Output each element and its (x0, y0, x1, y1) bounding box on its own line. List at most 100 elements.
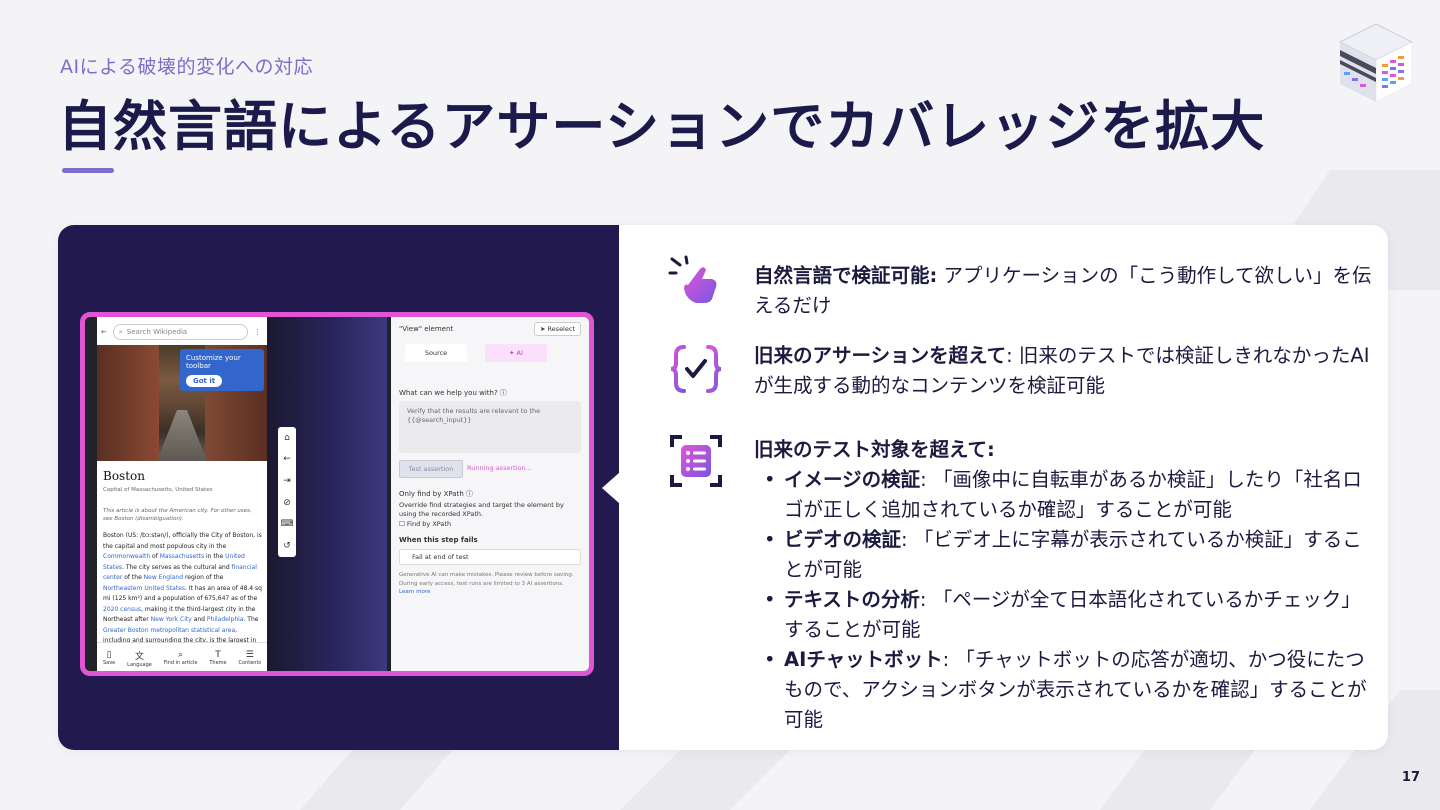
search-input[interactable]: ⌕ Search Wikipedia (112, 324, 248, 340)
nav-find[interactable]: ⌕ Find in article (164, 650, 198, 666)
content-card: ← ⌕ Search Wikipedia ⋮ Customize your to… (58, 225, 1388, 750)
title-underline (62, 168, 114, 173)
bullet-heading: AIチャットボット (784, 648, 943, 671)
ai-disclaimer: Generative AI can make mistakes. Please … (399, 571, 581, 597)
article-text: and (191, 616, 207, 623)
fail-select[interactable]: Fail at end of test (399, 549, 581, 565)
nav-language[interactable]: 文 Language (127, 649, 152, 668)
element-label: "View" element (399, 325, 454, 333)
reselect-label: Reselect (547, 325, 575, 333)
nav-label: Contents (238, 660, 262, 666)
fail-select-value: Fail at end of test (412, 553, 469, 561)
image-building-left (97, 345, 159, 461)
article-link[interactable]: Greater Boston metropolitan statistical … (103, 627, 235, 634)
fail-label: When this step fails (399, 536, 478, 544)
article-link[interactable]: Massachusetts (160, 553, 204, 560)
feature-heading: 自然言語で検証可能: (754, 264, 938, 287)
feature-text: 旧来のテスト対象を超えて: イメージの検証: 「画像中に自転車があるか検証」した… (754, 435, 1374, 735)
article-link[interactable]: 2020 census (103, 606, 141, 613)
app-screenshot: ← ⌕ Search Wikipedia ⋮ Customize your to… (80, 312, 594, 676)
bullet-item: ビデオの検証: 「ビデオ上に字幕が表示されているか検証」することが可能 (754, 525, 1374, 585)
brand-cube-logo (1338, 23, 1414, 103)
search-placeholder: Search Wikipedia (126, 328, 188, 336)
test-assertion-button[interactable]: Test assertion (399, 460, 463, 478)
nav-label: Language (127, 661, 152, 668)
reselect-button[interactable]: ➤ Reselect (533, 322, 581, 336)
nav-save[interactable]: ▯ Save (103, 650, 115, 666)
slide-title: 自然言語によるアサーションでカバレッジを拡大 (58, 95, 1266, 158)
tooltip-text: Customize your toolbar (186, 354, 241, 370)
recorder-toolbar: ⌂ ← ⇥ ⊘ ⌨ ↺ (278, 427, 296, 557)
home-icon[interactable]: ⌂ (284, 433, 290, 443)
find-icon: ⌕ (178, 650, 184, 660)
xpath-checkbox[interactable]: ☐ Find by XPath (399, 520, 451, 528)
article-text: region of the (183, 574, 224, 581)
bullet-item: AIチャットボット: 「チャットボットの応答が適切、かつ役にたつもので、アクショ… (754, 645, 1374, 735)
article-text: of the (122, 574, 144, 581)
article-body: Boston (US: /bɔːstən/), officially the C… (103, 531, 263, 657)
assertion-textarea[interactable]: Verify that the results are relevant to … (399, 401, 581, 453)
bookmark-icon: ▯ (106, 650, 112, 660)
mode-tabs: Source ✦ AI (405, 344, 565, 362)
slide-subtitle: AIによる破壊的変化への対応 (60, 56, 314, 78)
article-text: . The (243, 616, 259, 623)
article-link[interactable]: Philadelphia (207, 616, 244, 623)
nav-label: Save (102, 660, 116, 666)
more-icon[interactable]: ⋮ (254, 328, 261, 336)
tab-ai[interactable]: ✦ AI (485, 344, 547, 362)
article-link[interactable]: Commonwealth (103, 553, 150, 560)
panel-pointer (602, 472, 620, 504)
got-it-button[interactable]: Got it (186, 375, 223, 387)
feature-bullets: イメージの検証: 「画像中に自転車があるか検証」したり「社名ロゴが正しく追加され… (754, 465, 1374, 735)
tab-source[interactable]: Source (405, 344, 467, 362)
article-text: Boston (US: /bɔːstən/), officially the C… (103, 532, 262, 550)
bullet-item: イメージの検証: 「画像中に自転車があるか検証」したり「社名ロゴが正しく追加され… (754, 465, 1374, 525)
learn-more-link[interactable]: Learn more (399, 588, 581, 597)
article-caption: Capital of Massachusetts, United States (103, 487, 213, 493)
feature-heading: 旧来のテスト対象を超えて: (754, 438, 995, 461)
phone-bottom-nav: ▯ Save 文 Language ⌕ Find in article T Theme … (97, 642, 267, 671)
assertion-panel: "View" element ➤ Reselect Source ✦ AI Wh… (391, 317, 589, 671)
feature-text: 旧来のアサーションを超えて: 旧来のテストでは検証しきれなかったAIが生成する動… (754, 341, 1374, 401)
rotate-icon[interactable]: ⊘ (283, 498, 291, 508)
keyboard-icon[interactable]: ⌨ (281, 519, 294, 529)
nav-label: Find in article (163, 660, 198, 666)
xpath-title: Only find by XPath ⓘ (399, 490, 473, 498)
feature-heading: 旧来のアサーションを超えて (754, 344, 1007, 367)
code-check-icon (670, 345, 722, 393)
search-icon: ⌕ (118, 327, 123, 336)
translate-icon: 文 (134, 651, 144, 662)
tap-gesture-icon (668, 255, 717, 303)
enter-icon[interactable]: ⇥ (283, 476, 291, 486)
ai-question: What can we help you with? ⓘ (399, 389, 507, 397)
article-link[interactable]: Northeastern United States (103, 585, 185, 592)
nav-contents[interactable]: ☰ Contents (239, 650, 262, 666)
nav-label: Theme (209, 660, 227, 666)
theme-icon: T (215, 650, 221, 660)
back-arrow-icon[interactable]: ← (101, 328, 107, 336)
article-link[interactable]: New England (144, 574, 183, 581)
bullet-item: テキストの分析: 「ページが全て日本語化されているかチェック」することが可能 (754, 585, 1374, 645)
contents-icon: ☰ (245, 650, 254, 660)
bullet-heading: ビデオの検証 (784, 528, 902, 551)
screenshot-panel: ← ⌕ Search Wikipedia ⋮ Customize your to… (58, 225, 620, 750)
feature-text: 自然言語で検証可能: アプリケーションの「こう動作して欲しい」を伝えるだけ (754, 261, 1374, 321)
toolbar-tooltip: Customize your toolbar Got it (180, 349, 264, 391)
nav-theme[interactable]: T Theme (209, 650, 226, 666)
article-hatnote: This article is about the American city.… (103, 508, 252, 522)
article-text: . The city serves as the cultural and (122, 563, 232, 571)
history-icon[interactable]: ↺ (283, 541, 291, 551)
bullet-heading: イメージの検証 (784, 468, 921, 491)
disclaimer-text: Generative AI can make mistakes. Please … (399, 572, 574, 587)
scan-list-icon (670, 435, 722, 487)
xpath-description: Override find strategies and target the … (399, 501, 564, 518)
back-icon[interactable]: ← (283, 454, 291, 464)
image-street (157, 410, 207, 461)
running-status: Running assertion... (467, 464, 532, 472)
phone-screen: ← ⌕ Search Wikipedia ⋮ Customize your to… (97, 317, 267, 671)
article-text: of (150, 553, 160, 560)
bullet-heading: テキストの分析 (784, 588, 920, 611)
article-link[interactable]: New York City (151, 616, 192, 623)
page-number: 17 (1401, 770, 1420, 785)
phone-search-bar[interactable]: ← ⌕ Search Wikipedia ⋮ (101, 323, 261, 341)
